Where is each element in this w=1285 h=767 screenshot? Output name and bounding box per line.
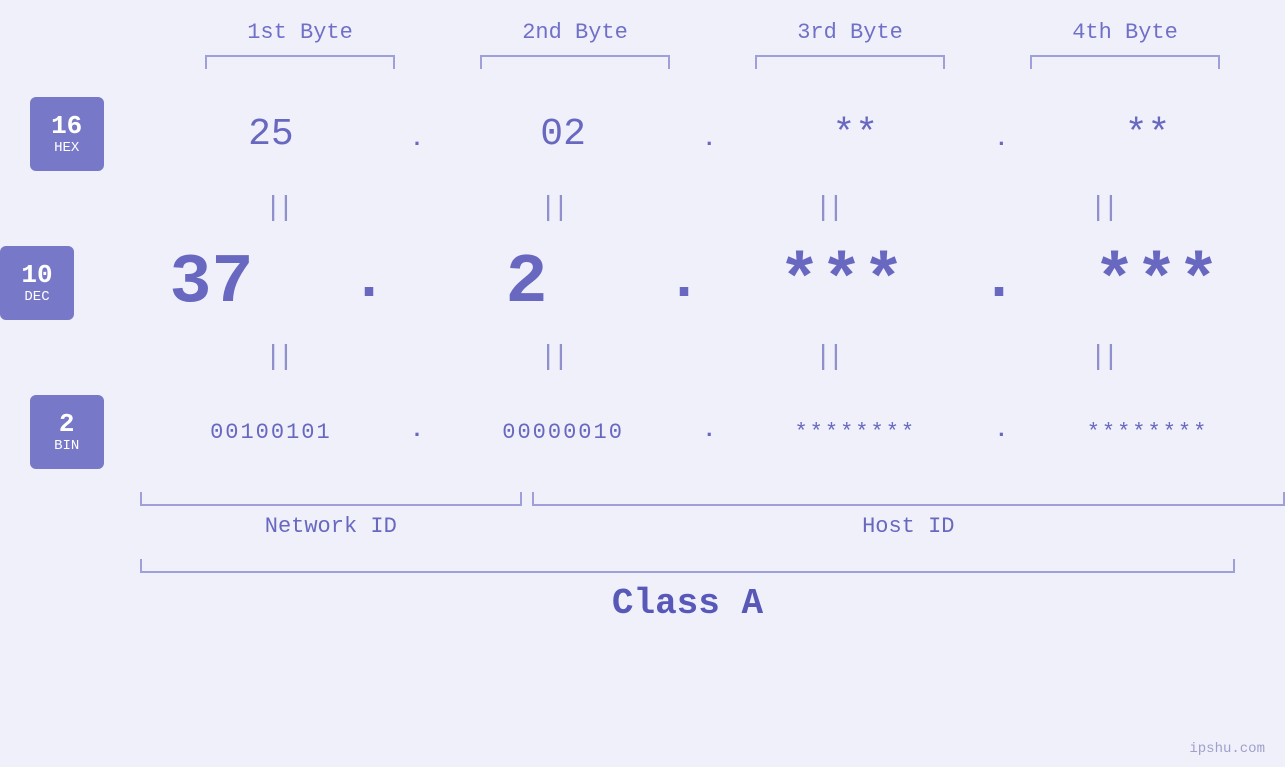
hex-cell-3: ** — [718, 113, 993, 156]
hex-row: 16 HEX 25 . 02 . ** . ** — [0, 87, 1285, 181]
bin-badge-num: 2 — [59, 410, 75, 439]
hex-badge-num: 16 — [51, 112, 82, 141]
hex-cell-1: 25 — [133, 113, 408, 156]
hex-val-1: 25 — [248, 113, 294, 156]
bin-cell-4: ******** — [1010, 420, 1285, 445]
dec-badge-num: 10 — [21, 261, 52, 290]
col-header-1: 1st Byte — [163, 20, 438, 45]
bracket-top-line-1 — [205, 55, 395, 69]
eq-cell-4: || — [965, 193, 1240, 224]
bin-cell-3: ******** — [718, 420, 993, 445]
network-id-label: Network ID — [140, 514, 522, 539]
eq-cell-3: || — [690, 193, 965, 224]
bin-badge: 2 BIN — [30, 395, 104, 469]
col-header-2: 2nd Byte — [438, 20, 713, 45]
dec-val-3: *** — [779, 244, 905, 323]
dec-data: 37 . 2 . *** . *** — [74, 244, 1285, 323]
dec-cell-1: 37 — [74, 244, 349, 323]
eq2-cell-2: || — [415, 342, 690, 373]
eq2-sign-1: || — [265, 342, 291, 373]
dec-val-4: *** — [1094, 244, 1220, 323]
bin-dot-3: . — [995, 418, 1008, 443]
hex-cell-2: 02 — [426, 113, 701, 156]
dec-dot-3: . — [981, 247, 1017, 315]
full-bracket-row — [140, 559, 1285, 573]
dec-cell-4: *** — [1019, 244, 1285, 323]
hex-dot-3: . — [995, 127, 1008, 152]
bracket-top-line-4 — [1030, 55, 1220, 69]
bin-val-4: ******** — [1087, 420, 1209, 445]
bin-val-1: 00100101 — [210, 420, 332, 445]
hex-badge-base: HEX — [54, 140, 79, 156]
dec-badge-container: 10 DEC — [0, 236, 74, 330]
hex-badge: 16 HEX — [30, 97, 104, 171]
bracket-top-line-2 — [480, 55, 670, 69]
eq-row-1: || || || || — [0, 193, 1285, 224]
bin-badge-container: 2 BIN — [0, 385, 133, 479]
bin-dot-1: . — [410, 418, 423, 443]
dec-dot-1: . — [351, 247, 387, 315]
dec-cell-2: 2 — [389, 244, 664, 323]
bracket-top-2 — [438, 55, 713, 69]
eq-cell-1: || — [140, 193, 415, 224]
bin-dot-2: . — [703, 418, 716, 443]
bracket-host — [532, 492, 1285, 506]
eq-cell-2: || — [415, 193, 690, 224]
bin-row: 2 BIN 00100101 . 00000010 . ******** . *… — [0, 385, 1285, 479]
bin-val-3: ******** — [794, 420, 916, 445]
hex-dot-1: . — [410, 127, 423, 152]
hex-val-3: ** — [832, 113, 878, 156]
eq-sign-2: || — [540, 193, 566, 224]
bin-badge-base: BIN — [54, 438, 79, 454]
col-header-4: 4th Byte — [988, 20, 1263, 45]
bracket-top-3 — [713, 55, 988, 69]
bracket-top-1 — [163, 55, 438, 69]
id-labels: Network ID Host ID — [140, 514, 1285, 539]
bracket-bottoms — [140, 492, 1285, 506]
eq2-cell-4: || — [965, 342, 1240, 373]
bracket-top-line-3 — [755, 55, 945, 69]
dec-val-2: 2 — [506, 244, 548, 323]
bin-cell-2: 00000010 — [426, 420, 701, 445]
dec-badge-base: DEC — [24, 289, 49, 305]
hex-dot-2: . — [703, 127, 716, 152]
eq2-cell-1: || — [140, 342, 415, 373]
dec-dot-2: . — [666, 247, 702, 315]
hex-data: 25 . 02 . ** . ** — [133, 113, 1285, 156]
eq2-sign-3: || — [815, 342, 841, 373]
hex-cell-4: ** — [1010, 113, 1285, 156]
dec-cell-3: *** — [704, 244, 979, 323]
eq2-sign-2: || — [540, 342, 566, 373]
dec-row: 10 DEC 37 . 2 . *** . *** — [0, 236, 1285, 330]
bracket-top-4 — [988, 55, 1263, 69]
watermark: ipshu.com — [1189, 741, 1265, 757]
hex-val-4: ** — [1125, 113, 1171, 156]
bin-cell-1: 00100101 — [133, 420, 408, 445]
dec-badge: 10 DEC — [0, 246, 74, 320]
bracket-network — [140, 492, 522, 506]
host-id-label: Host ID — [532, 514, 1285, 539]
eq-row-2: || || || || — [0, 342, 1285, 373]
eq-sign-1: || — [265, 193, 291, 224]
eq-sign-3: || — [815, 193, 841, 224]
eq2-sign-4: || — [1090, 342, 1116, 373]
hex-badge-container: 16 HEX — [0, 87, 133, 181]
class-label: Class A — [612, 583, 763, 624]
bin-val-2: 00000010 — [502, 420, 624, 445]
eq-sign-4: || — [1090, 193, 1116, 224]
class-label-row: Class A — [140, 583, 1235, 624]
main-container: 1st Byte 2nd Byte 3rd Byte 4th Byte 16 H… — [0, 0, 1285, 767]
hex-val-2: 02 — [540, 113, 586, 156]
bracket-tops — [0, 55, 1285, 69]
dec-val-1: 37 — [169, 244, 253, 323]
column-headers: 1st Byte 2nd Byte 3rd Byte 4th Byte — [0, 20, 1285, 45]
bin-data: 00100101 . 00000010 . ******** . *******… — [133, 418, 1285, 447]
full-bracket — [140, 559, 1235, 573]
bottom-section: Network ID Host ID Class A — [0, 492, 1285, 624]
col-header-3: 3rd Byte — [713, 20, 988, 45]
eq2-cell-3: || — [690, 342, 965, 373]
